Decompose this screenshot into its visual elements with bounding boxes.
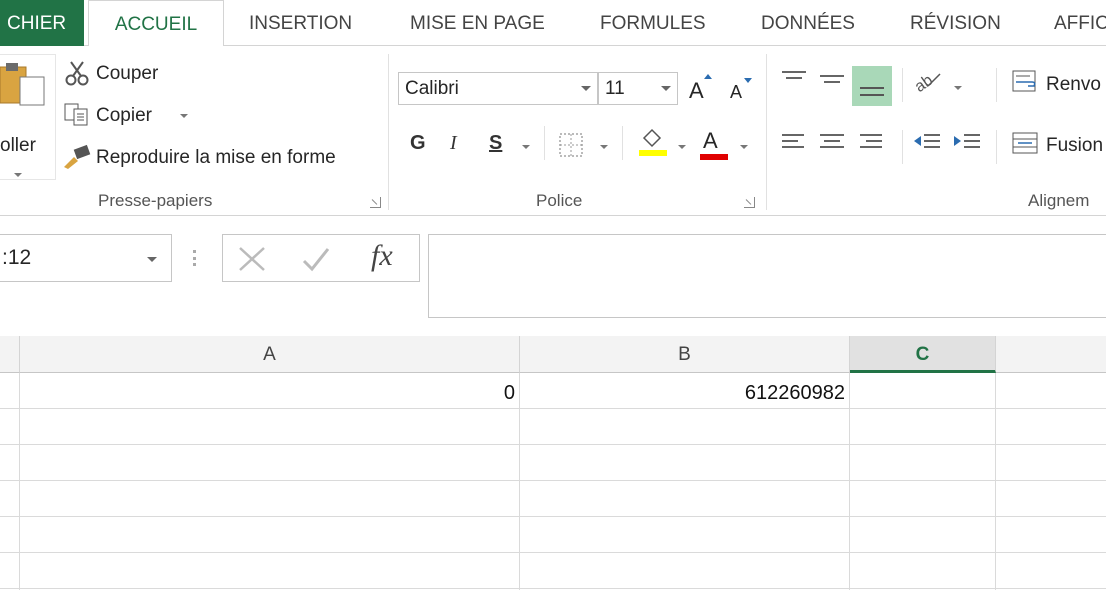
fill-dropdown-icon[interactable] bbox=[678, 145, 686, 149]
grid-line bbox=[0, 444, 1106, 445]
column-header-d[interactable] bbox=[996, 336, 1106, 373]
grid-line bbox=[995, 373, 996, 590]
borders-dropdown-icon[interactable] bbox=[600, 145, 608, 149]
grid-line bbox=[0, 588, 1106, 589]
paste-button[interactable]: oller bbox=[0, 54, 56, 180]
name-box[interactable]: :12 bbox=[0, 234, 172, 282]
tab-page-layout[interactable]: MISE EN PAGE bbox=[410, 0, 545, 46]
format-painter-button[interactable]: Reproduire la mise en forme bbox=[96, 147, 336, 169]
chevron-down-icon[interactable] bbox=[147, 257, 157, 262]
underline-button[interactable]: S bbox=[489, 132, 502, 155]
grid-line bbox=[0, 480, 1106, 481]
cut-button[interactable]: Couper bbox=[96, 63, 158, 85]
bold-button[interactable]: G bbox=[410, 132, 426, 155]
orientation-icon[interactable]: ab bbox=[912, 68, 942, 94]
tab-file[interactable]: CHIER bbox=[0, 0, 84, 46]
font-size-select[interactable]: 11 bbox=[598, 72, 678, 105]
caret-down-icon bbox=[744, 78, 752, 83]
shrink-font-button[interactable]: A bbox=[730, 82, 742, 103]
fill-color-swatch bbox=[639, 150, 667, 156]
chevron-down-icon bbox=[661, 86, 671, 91]
tab-home[interactable]: ACCUEIL bbox=[88, 0, 224, 47]
scissors-icon bbox=[64, 60, 90, 86]
divider bbox=[544, 126, 545, 160]
increase-indent-icon[interactable] bbox=[952, 132, 982, 154]
align-middle-icon[interactable] bbox=[818, 68, 846, 90]
grow-font-button[interactable]: A bbox=[689, 78, 704, 104]
divider bbox=[902, 68, 903, 102]
paste-icon bbox=[0, 61, 48, 107]
cell-c12[interactable] bbox=[850, 374, 995, 410]
fill-color-icon[interactable] bbox=[638, 128, 668, 158]
ribbon-tabs: CHIER ACCUEIL INSERTION MISE EN PAGE FOR… bbox=[0, 0, 1106, 47]
svg-text:ab: ab bbox=[912, 72, 936, 94]
divider bbox=[996, 68, 997, 102]
formula-input[interactable] bbox=[428, 234, 1106, 318]
chevron-down-icon bbox=[14, 173, 22, 177]
ribbon: oller Couper Copier Reproduire la mise e… bbox=[0, 46, 1106, 216]
chevron-down-icon bbox=[581, 86, 591, 91]
tab-data[interactable]: DONNÉES bbox=[761, 0, 855, 46]
copy-button[interactable]: Copier bbox=[96, 105, 152, 127]
drag-handle-icon[interactable] bbox=[193, 250, 196, 266]
align-top-icon[interactable] bbox=[780, 68, 808, 90]
tab-review[interactable]: RÉVISION bbox=[910, 0, 1001, 46]
copy-icon bbox=[64, 103, 90, 127]
tab-view[interactable]: AFFIC bbox=[1054, 0, 1106, 46]
group-divider bbox=[388, 54, 389, 210]
column-header-b[interactable]: B bbox=[520, 336, 850, 373]
cell-b12[interactable]: 612260982 bbox=[520, 374, 849, 410]
select-all-corner[interactable] bbox=[0, 336, 20, 373]
wrap-text-icon bbox=[1012, 70, 1040, 94]
font-launcher-icon[interactable] bbox=[744, 197, 755, 208]
formula-buttons: fx bbox=[222, 234, 420, 282]
format-painter-icon bbox=[62, 143, 92, 169]
underline-dropdown-icon[interactable] bbox=[522, 145, 530, 149]
merge-icon bbox=[1012, 132, 1040, 156]
column-header-c[interactable]: C bbox=[850, 336, 996, 373]
cell-a12[interactable]: 0 bbox=[20, 374, 519, 410]
caret-up-icon bbox=[704, 74, 712, 79]
clipboard-group-label: Presse-papiers bbox=[98, 191, 213, 210]
divider bbox=[996, 130, 997, 164]
font-color-swatch bbox=[700, 154, 728, 160]
font-name-value: Calibri bbox=[405, 78, 459, 99]
paste-label: oller bbox=[0, 135, 36, 156]
align-bottom-icon[interactable] bbox=[852, 66, 892, 106]
align-right-icon[interactable] bbox=[856, 132, 884, 154]
align-center-icon[interactable] bbox=[818, 132, 846, 154]
tab-insert[interactable]: INSERTION bbox=[249, 0, 352, 46]
worksheet-grid: A B C 0 612260982 bbox=[0, 336, 1106, 590]
font-color-button[interactable]: A bbox=[703, 128, 718, 154]
borders-icon[interactable] bbox=[558, 132, 586, 158]
grid-line bbox=[0, 552, 1106, 553]
italic-button[interactable]: I bbox=[450, 132, 457, 155]
font-color-dropdown-icon[interactable] bbox=[740, 145, 748, 149]
name-box-value: :12 bbox=[2, 246, 32, 269]
enter-check-icon[interactable] bbox=[301, 245, 331, 273]
insert-function-button[interactable]: fx bbox=[371, 239, 393, 273]
tab-formulas[interactable]: FORMULES bbox=[600, 0, 706, 46]
copy-dropdown-icon[interactable] bbox=[180, 114, 188, 118]
orientation-dropdown-icon[interactable] bbox=[954, 86, 962, 90]
merge-button[interactable]: Fusion bbox=[1046, 135, 1103, 157]
font-size-value: 11 bbox=[605, 78, 625, 99]
wrap-text-button[interactable]: Renvo bbox=[1046, 74, 1101, 96]
align-left-icon[interactable] bbox=[780, 132, 808, 154]
decrease-indent-icon[interactable] bbox=[912, 132, 942, 154]
group-divider bbox=[766, 54, 767, 210]
font-group-label: Police bbox=[536, 191, 583, 210]
font-name-select[interactable]: Calibri bbox=[398, 72, 598, 105]
cancel-icon[interactable] bbox=[237, 245, 267, 273]
alignment-group-label: Alignem bbox=[1028, 191, 1090, 210]
divider bbox=[622, 126, 623, 160]
grid-line bbox=[0, 516, 1106, 517]
formula-bar: :12 fx bbox=[0, 216, 1106, 336]
column-header-a[interactable]: A bbox=[20, 336, 520, 373]
clipboard-launcher-icon[interactable] bbox=[370, 197, 381, 208]
divider bbox=[902, 130, 903, 164]
